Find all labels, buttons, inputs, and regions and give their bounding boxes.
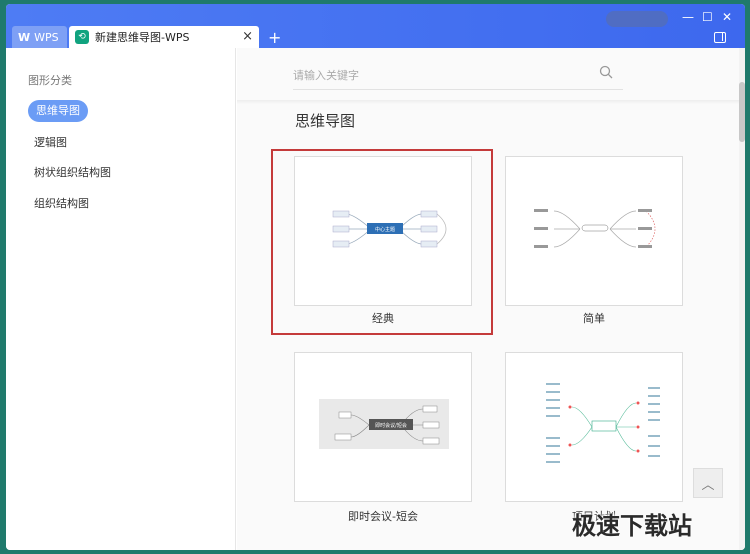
search-input[interactable]: [293, 66, 583, 84]
simple-thumbnail: [534, 209, 656, 248]
section-title: 思维导图: [295, 112, 356, 130]
close-window-icon[interactable]: ✕: [722, 10, 732, 24]
category-item-org[interactable]: 组织结构图: [34, 193, 89, 215]
site-watermark: 极速下载站: [572, 512, 692, 540]
meeting-center-text: 即时会议/短会: [375, 422, 407, 429]
template-label-meeting: 即时会议-短会: [348, 510, 418, 523]
tab-document[interactable]: ⟲ 新建思维导图-WPS ×: [69, 26, 259, 48]
category-item-logic[interactable]: 逻辑图: [34, 132, 67, 154]
template-card-plan[interactable]: [505, 352, 683, 502]
new-tab-plus-icon[interactable]: +: [268, 28, 281, 47]
meeting-thumbnail: 即时会议/短会: [319, 399, 449, 449]
wps-logo-icon: W: [18, 30, 31, 44]
category-item-tree-org[interactable]: 树状组织结构图: [34, 162, 111, 184]
classic-center-text: 中心主题: [375, 226, 395, 233]
template-card-classic[interactable]: 中心主题: [294, 156, 472, 306]
search-icon[interactable]: [599, 65, 613, 79]
category-sidebar: 图形分类 思维导图 逻辑图 树状组织结构图 组织结构图: [6, 48, 236, 550]
sidebar-toggle-icon[interactable]: [714, 32, 726, 43]
tab-home[interactable]: W WPS: [12, 26, 67, 48]
plan-thumbnail: [546, 383, 660, 463]
category-heading: 图形分类: [28, 74, 72, 87]
account-avatar[interactable]: [606, 11, 668, 27]
search-bar: [293, 60, 623, 90]
app-window: W WPS ⟲ 新建思维导图-WPS × + — ☐ ✕ 图形分类 思维导图 逻…: [6, 4, 745, 550]
tab-home-label: WPS: [34, 30, 59, 44]
category-item-mindmap[interactable]: 思维导图: [28, 100, 88, 122]
scroll-to-top-button[interactable]: ︿: [693, 468, 723, 498]
classic-thumbnail: 中心主题: [332, 210, 447, 248]
mindmap-doc-icon: ⟲: [75, 30, 89, 44]
template-card-simple[interactable]: [505, 156, 683, 306]
tab-close-icon[interactable]: ×: [242, 29, 253, 44]
template-label-simple: 简单: [583, 312, 605, 325]
scrollbar-thumb[interactable]: [739, 82, 745, 142]
template-card-meeting[interactable]: 即时会议/短会: [294, 352, 472, 502]
title-bar: W WPS ⟲ 新建思维导图-WPS × + — ☐ ✕: [6, 4, 745, 48]
template-panel: 思维导图 中心主题 经典: [237, 48, 745, 550]
template-label-classic: 经典: [372, 312, 394, 325]
divider: [237, 100, 745, 104]
tab-document-label: 新建思维导图-WPS: [95, 31, 190, 44]
minimize-icon[interactable]: —: [682, 10, 694, 24]
maximize-icon[interactable]: ☐: [702, 10, 713, 24]
